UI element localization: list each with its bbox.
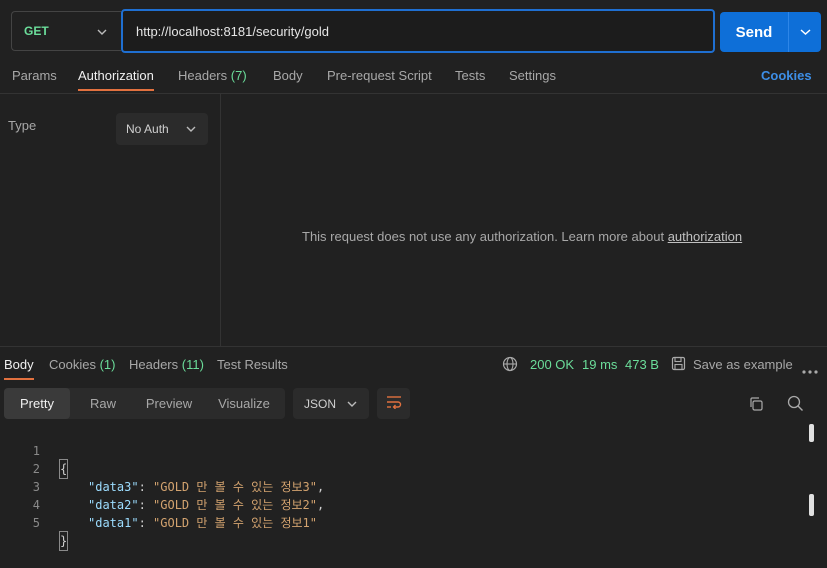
json-key: "data1" xyxy=(88,516,139,530)
json-close-brace: } xyxy=(58,531,69,551)
tab-settings[interactable]: Settings xyxy=(509,68,556,83)
response-size[interactable]: 473 B xyxy=(625,357,659,372)
json-colon: : xyxy=(138,516,154,530)
url-input[interactable]: http://localhost:8181/security/gold xyxy=(121,9,715,53)
auth-type-select[interactable]: No Auth xyxy=(116,113,208,145)
wrap-lines-button[interactable] xyxy=(377,388,410,419)
tab-params[interactable]: Params xyxy=(12,68,57,83)
auth-message-text: This request does not use any authorizat… xyxy=(302,229,665,244)
send-label: Send xyxy=(735,23,773,41)
code-line: 1 { xyxy=(0,424,69,479)
response-divider xyxy=(0,346,827,347)
url-text: http://localhost:8181/security/gold xyxy=(136,23,329,39)
response-tab-headers[interactable]: Headers (11) xyxy=(129,357,204,372)
cookies-link[interactable]: Cookies xyxy=(761,68,812,83)
auth-message: This request does not use any authorizat… xyxy=(302,229,742,244)
chevron-down-icon xyxy=(186,123,196,137)
vertical-scrollbar[interactable] xyxy=(809,424,814,442)
auth-type-label: Type xyxy=(8,118,37,133)
json-comma: , xyxy=(317,498,325,512)
view-preview-button[interactable]: Preview xyxy=(136,388,202,419)
format-value: JSON xyxy=(304,396,337,411)
chevron-down-icon xyxy=(97,25,107,40)
json-key: "data2" xyxy=(88,498,139,512)
vertical-scrollbar-thumb[interactable] xyxy=(809,494,814,516)
save-icon xyxy=(671,356,686,374)
json-key: "data3" xyxy=(88,480,139,494)
response-tab-cookies[interactable]: Cookies (1) xyxy=(49,357,115,372)
view-visualize-button[interactable]: Visualize xyxy=(204,388,284,419)
tab-prerequest-script[interactable]: Pre-request Script xyxy=(327,68,432,83)
view-pretty-button[interactable]: Pretty xyxy=(4,388,70,419)
line-number: 5 xyxy=(32,516,40,530)
status-code[interactable]: 200 OK xyxy=(530,357,574,372)
tab-headers-count: (7) xyxy=(230,68,247,83)
tab-authorization[interactable]: Authorization xyxy=(78,68,154,83)
format-select[interactable]: JSON xyxy=(293,388,369,419)
send-options-chevron-icon[interactable] xyxy=(789,27,821,37)
response-tab-test-results[interactable]: Test Results xyxy=(217,357,288,372)
json-comma: , xyxy=(317,480,325,494)
json-value: "GOLD 만 볼 수 있는 정보3" xyxy=(153,480,318,494)
auth-type-value: No Auth xyxy=(126,122,169,136)
response-time[interactable]: 19 ms xyxy=(582,357,617,372)
response-tab-cookies-count: (1) xyxy=(99,357,116,372)
auth-panel-divider xyxy=(220,94,221,346)
json-value: "GOLD 만 볼 수 있는 정보1" xyxy=(153,516,318,530)
json-colon: : xyxy=(138,480,154,494)
search-icon[interactable] xyxy=(787,395,804,415)
wrap-lines-icon xyxy=(386,395,402,412)
json-open-brace: { xyxy=(58,459,69,479)
view-mode-segmented-control: Pretty Raw Preview Visualize xyxy=(4,388,285,419)
response-tab-cookies-label: Cookies xyxy=(49,357,96,372)
view-raw-button[interactable]: Raw xyxy=(70,388,136,419)
method-select[interactable]: GET xyxy=(11,11,121,51)
globe-icon[interactable] xyxy=(502,356,518,375)
chevron-down-icon xyxy=(347,398,357,412)
tab-tests[interactable]: Tests xyxy=(455,68,485,83)
more-options-icon[interactable] xyxy=(802,362,818,377)
response-active-tab-underline xyxy=(4,378,34,380)
save-as-example-button[interactable]: Save as example xyxy=(693,357,793,372)
active-tab-underline xyxy=(78,89,154,91)
tab-headers[interactable]: Headers (7) xyxy=(178,68,247,83)
json-value: "GOLD 만 볼 수 있는 정보2" xyxy=(153,498,318,512)
json-colon: : xyxy=(138,498,154,512)
code-line: 3 "data2": "GOLD 만 볼 수 있는 정보2", xyxy=(0,460,324,512)
tab-headers-label: Headers xyxy=(178,68,228,83)
tab-body[interactable]: Body xyxy=(273,68,303,83)
code-line: 5 } xyxy=(0,496,69,551)
copy-icon[interactable] xyxy=(748,396,764,415)
tabs-divider xyxy=(0,93,827,94)
response-tab-headers-label: Headers xyxy=(129,357,179,372)
code-line: 2 "data3": "GOLD 만 볼 수 있는 정보3", xyxy=(0,442,324,494)
response-tab-body[interactable]: Body xyxy=(4,357,34,372)
response-tab-headers-count: (11) xyxy=(181,357,204,372)
code-line: 4 "data1": "GOLD 만 볼 수 있는 정보1" xyxy=(0,478,317,530)
send-button[interactable]: Send xyxy=(720,12,821,52)
method-label: GET xyxy=(24,24,49,38)
authorization-learn-more-link[interactable]: authorization xyxy=(668,229,742,244)
